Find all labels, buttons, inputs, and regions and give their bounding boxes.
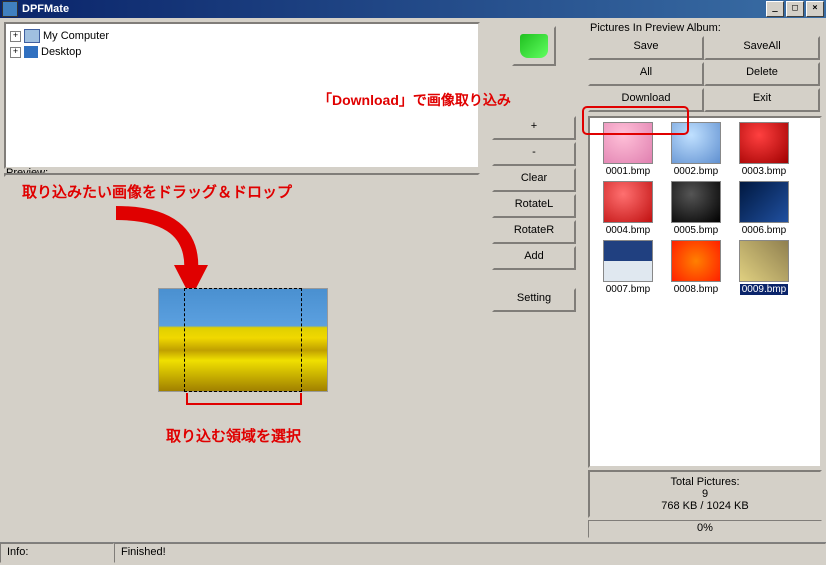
thumbnail[interactable]: 0003.bmp xyxy=(730,122,798,177)
progress-text: 0% xyxy=(697,522,713,534)
thumb-image xyxy=(671,181,721,223)
device-icon xyxy=(520,34,548,58)
annotation-drag-drop: 取り込みたい画像をドラッグ＆ドロップ xyxy=(22,181,292,202)
thumbnail[interactable]: 0007.bmp xyxy=(594,240,662,295)
computer-icon xyxy=(24,29,40,43)
desktop-icon xyxy=(24,46,38,58)
thumb-label: 0003.bmp xyxy=(730,166,798,177)
progress-bar: 0% xyxy=(588,520,822,538)
thumb-label: 0009.bmp xyxy=(740,284,788,295)
save-button[interactable]: Save xyxy=(588,36,704,60)
status-info-label: Info: xyxy=(0,543,114,563)
annotation-select-region: 取り込む領域を選択 xyxy=(166,425,301,446)
thumb-image xyxy=(739,122,789,164)
album-grid[interactable]: 0001.bmp 0002.bmp 0003.bmp 0004.bmp 0005… xyxy=(588,116,822,468)
download-button[interactable]: Download xyxy=(588,88,704,112)
setting-button[interactable]: Setting xyxy=(492,288,576,312)
thumb-label: 0005.bmp xyxy=(662,225,730,236)
thumbnail[interactable]: 0001.bmp xyxy=(594,122,662,177)
selection-rectangle[interactable] xyxy=(184,288,302,392)
zoom-in-button[interactable]: + xyxy=(492,116,576,140)
thumbnail[interactable]: 0006.bmp xyxy=(730,181,798,236)
thumbnail[interactable]: 0002.bmp xyxy=(662,122,730,177)
thumbnail[interactable]: 0005.bmp xyxy=(662,181,730,236)
expand-icon[interactable]: + xyxy=(10,47,21,58)
clear-button[interactable]: Clear xyxy=(492,168,576,192)
stats-panel: Total Pictures: 9 768 KB / 1024 KB xyxy=(588,470,822,518)
thumb-image xyxy=(739,240,789,282)
rotate-right-button[interactable]: RotateR xyxy=(492,220,576,244)
add-button[interactable]: Add xyxy=(492,246,576,270)
zoom-out-button[interactable]: - xyxy=(492,142,576,166)
tree-item-my-computer[interactable]: + My Computer xyxy=(10,28,474,44)
album-header: Pictures In Preview Album: xyxy=(588,22,822,34)
thumb-image xyxy=(603,181,653,223)
thumb-label: 0006.bmp xyxy=(730,225,798,236)
all-button[interactable]: All xyxy=(588,62,704,86)
annotation-download: 「Download」で画像取り込み xyxy=(318,90,511,110)
rotate-left-button[interactable]: RotateL xyxy=(492,194,576,218)
thumb-image xyxy=(671,122,721,164)
thumb-image xyxy=(671,240,721,282)
status-message: Finished! xyxy=(114,543,826,563)
tree-item-desktop[interactable]: + Desktop xyxy=(10,44,474,60)
thumb-label: 0008.bmp xyxy=(662,284,730,295)
thumbnail[interactable]: 0009.bmp xyxy=(730,240,798,295)
app-icon xyxy=(2,1,18,17)
delete-button[interactable]: Delete xyxy=(704,62,820,86)
saveall-button[interactable]: SaveAll xyxy=(704,36,820,60)
window-title: DPFMate xyxy=(22,3,69,15)
thumbnail[interactable]: 0004.bmp xyxy=(594,181,662,236)
tree-label: Desktop xyxy=(41,46,81,58)
expand-icon[interactable]: + xyxy=(10,31,21,42)
title-bar: DPFMate _ □ × xyxy=(0,0,826,18)
stats-size: 768 KB / 1024 KB xyxy=(594,500,816,512)
thumbnail[interactable]: 0008.bmp xyxy=(662,240,730,295)
thumb-label: 0002.bmp xyxy=(662,166,730,177)
thumb-image xyxy=(603,240,653,282)
thumb-image xyxy=(739,181,789,223)
thumb-label: 0001.bmp xyxy=(594,166,662,177)
status-bar: Info: Finished! xyxy=(0,542,826,563)
thumb-label: 0004.bmp xyxy=(594,225,662,236)
thumb-label: 0007.bmp xyxy=(594,284,662,295)
close-button[interactable]: × xyxy=(806,1,824,17)
annotation-bracket xyxy=(186,393,302,405)
exit-button[interactable]: Exit xyxy=(704,88,820,112)
tree-label: My Computer xyxy=(43,30,109,42)
preview-area[interactable]: 取り込みたい画像をドラッグ＆ドロップ 取り込む領域を選択 xyxy=(4,173,480,177)
stats-count: 9 xyxy=(594,488,816,500)
minimize-button[interactable]: _ xyxy=(766,1,784,17)
device-button[interactable] xyxy=(512,26,556,66)
stats-title: Total Pictures: xyxy=(594,476,816,488)
maximize-button[interactable]: □ xyxy=(786,1,804,17)
thumb-image xyxy=(603,122,653,164)
